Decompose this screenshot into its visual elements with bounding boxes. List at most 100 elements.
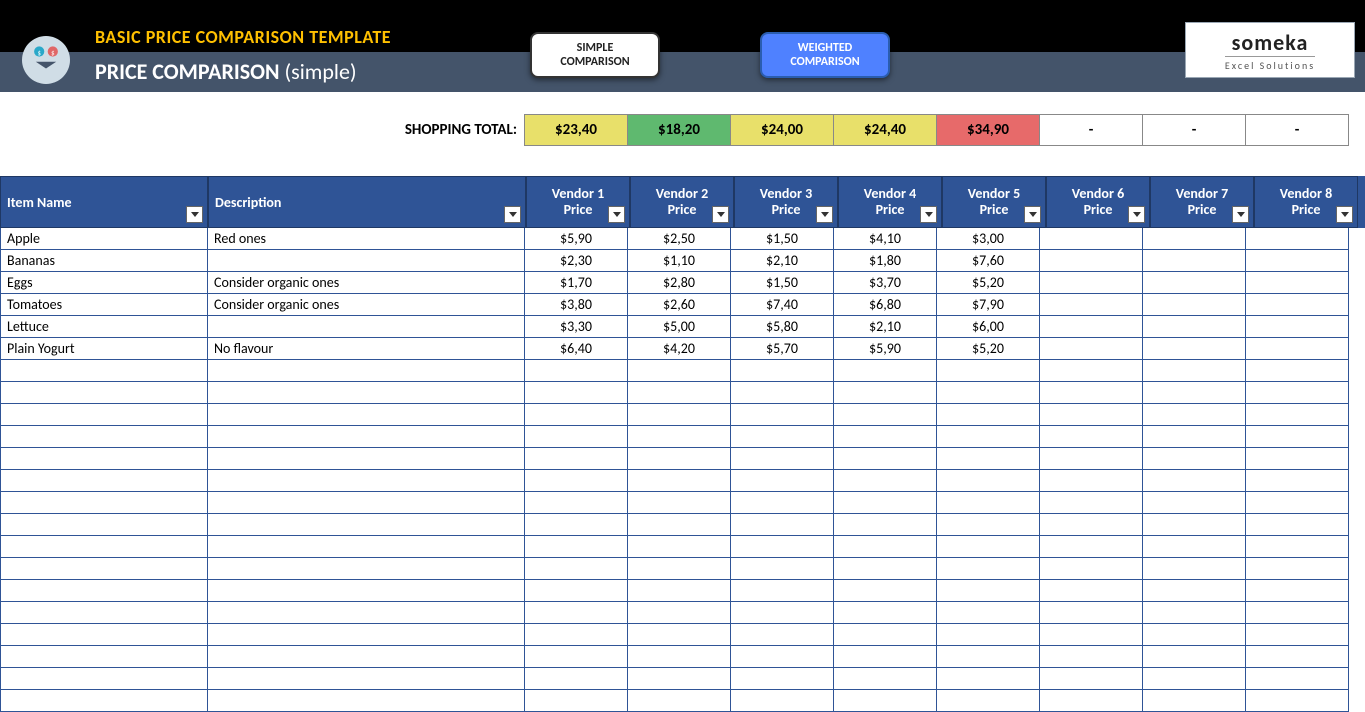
cell-price-vendor-5[interactable]: [936, 382, 1040, 404]
cell-description[interactable]: [207, 668, 525, 690]
cell-price-vendor-5[interactable]: [936, 536, 1040, 558]
cell-price-vendor-7[interactable]: [1142, 646, 1246, 668]
cell-price-vendor-1[interactable]: [524, 536, 628, 558]
cell-description[interactable]: [207, 316, 525, 338]
cell-price-vendor-7[interactable]: [1142, 580, 1246, 602]
cell-item[interactable]: Apple: [0, 228, 208, 250]
cell-item[interactable]: [0, 448, 208, 470]
cell-price-vendor-7[interactable]: [1142, 492, 1246, 514]
cell-price-vendor-7[interactable]: [1142, 602, 1246, 624]
cell-item[interactable]: [0, 514, 208, 536]
cell-price-vendor-1[interactable]: [524, 558, 628, 580]
cell-price-vendor-7[interactable]: [1142, 382, 1246, 404]
cell-price-vendor-8[interactable]: [1245, 360, 1349, 382]
cell-price-vendor-7[interactable]: [1142, 360, 1246, 382]
cell-price-vendor-1[interactable]: [524, 492, 628, 514]
cell-price-vendor-5[interactable]: [936, 602, 1040, 624]
cell-price-vendor-7[interactable]: [1142, 624, 1246, 646]
cell-price-vendor-1[interactable]: [524, 668, 628, 690]
cell-price-vendor-6[interactable]: [1039, 382, 1143, 404]
cell-price-vendor-8[interactable]: [1245, 338, 1349, 360]
cell-price-vendor-3[interactable]: $5,80: [730, 316, 834, 338]
cell-price-vendor-5[interactable]: [936, 690, 1040, 712]
cell-price-vendor-3[interactable]: [730, 514, 834, 536]
cell-price-vendor-2[interactable]: $2,80: [627, 272, 731, 294]
cell-price-vendor-6[interactable]: [1039, 492, 1143, 514]
cell-price-vendor-8[interactable]: [1245, 272, 1349, 294]
cell-price-vendor-2[interactable]: [627, 602, 731, 624]
cell-description[interactable]: [207, 360, 525, 382]
table-row[interactable]: Bananas$2,30$1,10$2,10$1,80$7,60: [0, 250, 1365, 272]
cell-price-vendor-7[interactable]: [1142, 514, 1246, 536]
cell-price-vendor-2[interactable]: [627, 360, 731, 382]
cell-price-vendor-6[interactable]: [1039, 338, 1143, 360]
cell-item[interactable]: Eggs: [0, 272, 208, 294]
cell-price-vendor-1[interactable]: $3,80: [524, 294, 628, 316]
table-row[interactable]: [0, 690, 1365, 712]
cell-price-vendor-4[interactable]: [833, 536, 937, 558]
cell-price-vendor-6[interactable]: [1039, 470, 1143, 492]
cell-price-vendor-3[interactable]: [730, 558, 834, 580]
cell-price-vendor-8[interactable]: [1245, 448, 1349, 470]
cell-price-vendor-4[interactable]: [833, 580, 937, 602]
cell-price-vendor-2[interactable]: $2,60: [627, 294, 731, 316]
cell-price-vendor-3[interactable]: [730, 580, 834, 602]
cell-price-vendor-2[interactable]: [627, 580, 731, 602]
cell-price-vendor-5[interactable]: [936, 646, 1040, 668]
cell-price-vendor-5[interactable]: $3,00: [936, 228, 1040, 250]
cell-price-vendor-6[interactable]: [1039, 514, 1143, 536]
cell-price-vendor-7[interactable]: [1142, 404, 1246, 426]
cell-price-vendor-7[interactable]: [1142, 250, 1246, 272]
cell-price-vendor-8[interactable]: [1245, 536, 1349, 558]
cell-price-vendor-6[interactable]: [1039, 426, 1143, 448]
cell-price-vendor-2[interactable]: $2,50: [627, 228, 731, 250]
cell-price-vendor-1[interactable]: [524, 470, 628, 492]
cell-price-vendor-4[interactable]: $1,80: [833, 250, 937, 272]
cell-price-vendor-8[interactable]: [1245, 228, 1349, 250]
cell-price-vendor-3[interactable]: $2,10: [730, 250, 834, 272]
cell-price-vendor-3[interactable]: $1,50: [730, 228, 834, 250]
cell-price-vendor-3[interactable]: $5,70: [730, 338, 834, 360]
cell-price-vendor-8[interactable]: [1245, 404, 1349, 426]
cell-description[interactable]: Consider organic ones: [207, 294, 525, 316]
table-row[interactable]: [0, 404, 1365, 426]
cell-item[interactable]: [0, 602, 208, 624]
cell-price-vendor-6[interactable]: [1039, 558, 1143, 580]
table-row[interactable]: [0, 602, 1365, 624]
cell-item[interactable]: [0, 382, 208, 404]
cell-price-vendor-7[interactable]: [1142, 470, 1246, 492]
cell-item[interactable]: [0, 404, 208, 426]
cell-price-vendor-6[interactable]: [1039, 360, 1143, 382]
cell-price-vendor-2[interactable]: [627, 492, 731, 514]
cell-price-vendor-4[interactable]: [833, 514, 937, 536]
cell-description[interactable]: [207, 580, 525, 602]
cell-price-vendor-5[interactable]: [936, 448, 1040, 470]
cell-price-vendor-6[interactable]: [1039, 690, 1143, 712]
cell-price-vendor-7[interactable]: [1142, 558, 1246, 580]
table-row[interactable]: TomatoesConsider organic ones$3,80$2,60$…: [0, 294, 1365, 316]
cell-price-vendor-2[interactable]: $1,10: [627, 250, 731, 272]
cell-price-vendor-5[interactable]: [936, 558, 1040, 580]
cell-price-vendor-8[interactable]: [1245, 294, 1349, 316]
table-row[interactable]: [0, 448, 1365, 470]
cell-price-vendor-2[interactable]: [627, 404, 731, 426]
cell-price-vendor-2[interactable]: [627, 426, 731, 448]
cell-price-vendor-4[interactable]: $3,70: [833, 272, 937, 294]
weighted-comparison-button[interactable]: WEIGHTED COMPARISON: [760, 32, 890, 78]
cell-price-vendor-4[interactable]: [833, 558, 937, 580]
cell-price-vendor-3[interactable]: [730, 624, 834, 646]
table-row[interactable]: [0, 492, 1365, 514]
cell-price-vendor-6[interactable]: [1039, 228, 1143, 250]
cell-price-vendor-1[interactable]: $1,70: [524, 272, 628, 294]
cell-price-vendor-7[interactable]: [1142, 228, 1246, 250]
cell-price-vendor-7[interactable]: [1142, 338, 1246, 360]
cell-price-vendor-5[interactable]: $5,20: [936, 338, 1040, 360]
cell-price-vendor-3[interactable]: [730, 470, 834, 492]
cell-price-vendor-7[interactable]: [1142, 426, 1246, 448]
cell-price-vendor-4[interactable]: [833, 426, 937, 448]
cell-price-vendor-2[interactable]: [627, 646, 731, 668]
filter-icon[interactable]: [186, 206, 203, 223]
filter-icon[interactable]: [920, 206, 937, 223]
cell-price-vendor-4[interactable]: [833, 382, 937, 404]
cell-price-vendor-3[interactable]: [730, 690, 834, 712]
